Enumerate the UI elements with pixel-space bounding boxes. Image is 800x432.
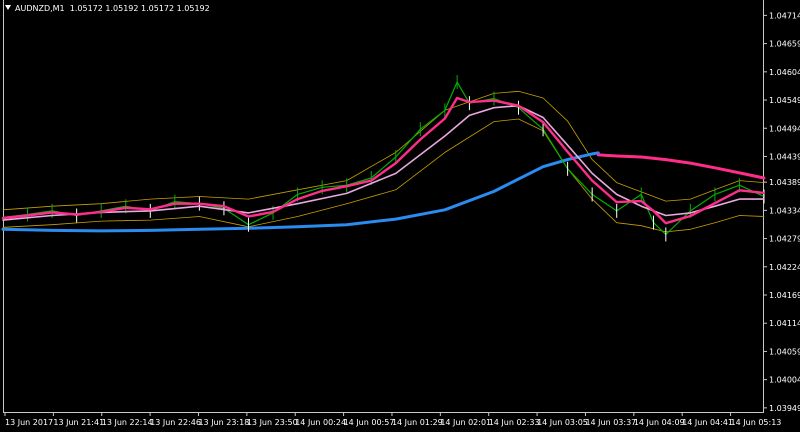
chart-header: AUDNZD,M1 1.05172 1.05192 1.05172 1.0519… (5, 4, 210, 13)
time-axis-label: 13 Jun 2017 (5, 418, 53, 427)
time-axis-label: 14 Jun 04:09 (634, 418, 685, 427)
mid-ma-line (2, 104, 765, 221)
time-axis-label: 14 Jun 04:41 (682, 418, 733, 427)
time-axis-label: 13 Jun 21:41 (53, 418, 104, 427)
time-axis-label: 14 Jun 02:33 (489, 418, 540, 427)
time-axis-label: 14 Jun 00:57 (344, 418, 395, 427)
price-axis-label: 1.04439 (769, 152, 800, 161)
price-axis-label: 1.04279 (769, 235, 800, 244)
time-axis-label: 13 Jun 23:18 (198, 418, 249, 427)
price-axis-label: 1.04004 (769, 376, 800, 385)
price-axis-label: 1.04059 (769, 347, 800, 356)
price-axis-label: 1.03949 (769, 404, 800, 413)
dropdown-triangle-icon[interactable] (5, 5, 11, 10)
symbol-label: AUDNZD,M1 (15, 4, 65, 13)
time-axis-label: 14 Jun 03:05 (537, 418, 588, 427)
time-axis-label: 14 Jun 05:13 (731, 418, 782, 427)
long-ma-line (1, 151, 600, 233)
fast-ma-line (1, 96, 766, 225)
time-axis-label: 13 Jun 22:14 (102, 418, 153, 427)
price-axis-label: 1.04114 (769, 319, 800, 328)
price-axis-label: 1.04169 (769, 291, 800, 300)
time-axis-label: 14 Jun 02:01 (440, 418, 491, 427)
slow-ma-line (596, 153, 766, 180)
time-axis-label: 14 Jun 01:29 (392, 418, 443, 427)
time-axis-label: 13 Jun 23:50 (247, 418, 298, 427)
price-axis-label: 1.04334 (769, 206, 800, 215)
price-axis-label: 1.04659 (769, 40, 800, 49)
price-chart[interactable]: 1.04714 1.04659 1.04604 1.04549 1.04494 1.044… (0, 0, 800, 432)
price-axis-label: 1.04494 (769, 124, 800, 133)
price-axis-label: 1.04604 (769, 68, 800, 77)
envelope-upper-line (2, 90, 765, 211)
price-axis-label: 1.04389 (769, 178, 800, 187)
price-axis-label: 1.04549 (769, 96, 800, 105)
price-axis-label: 1.04714 (769, 11, 800, 20)
time-axis-label: 14 Jun 03:37 (585, 418, 636, 427)
time-axis-label: 13 Jun 22:46 (150, 418, 201, 427)
price-axis-label: 1.04224 (769, 263, 800, 272)
time-axis-label: 14 Jun 00:24 (295, 418, 346, 427)
chart-window[interactable]: 1.04714 1.04659 1.04604 1.04549 1.04494 1.044… (0, 0, 800, 432)
ohlc-values: 1.05172 1.05192 1.05172 1.05192 (69, 4, 210, 13)
